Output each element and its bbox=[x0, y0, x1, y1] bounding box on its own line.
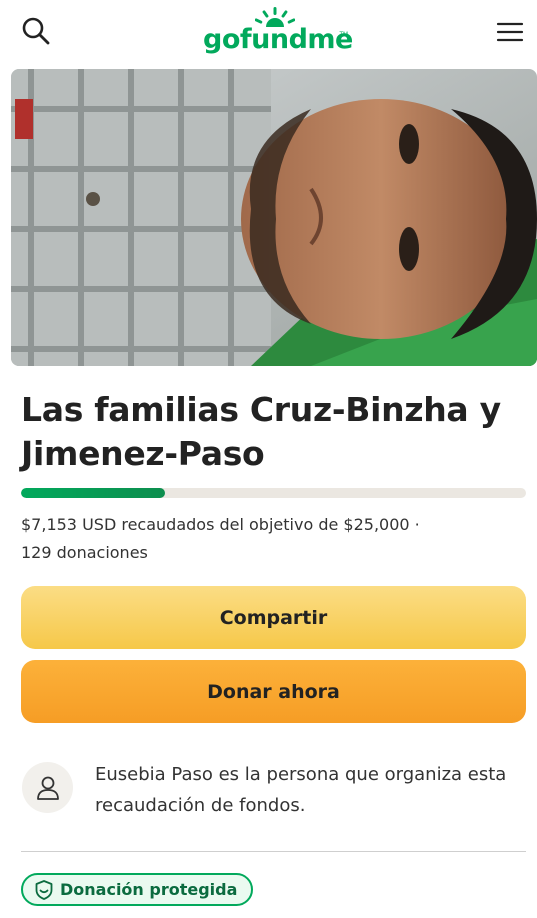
search-icon bbox=[22, 17, 50, 45]
organizer-avatar bbox=[22, 762, 73, 813]
search-button[interactable] bbox=[18, 14, 54, 50]
donation-count-text: 129 donaciones bbox=[21, 543, 148, 562]
organizer-line-2: recaudación de fondos. bbox=[95, 795, 306, 816]
hamburger-menu-icon bbox=[496, 22, 524, 42]
share-button[interactable]: Compartir bbox=[21, 586, 526, 649]
campaign-photo[interactable] bbox=[11, 69, 537, 366]
logo-wordmark: gofundme bbox=[203, 24, 353, 55]
progress-bar bbox=[21, 488, 526, 498]
protected-donation-badge[interactable]: Donación protegida bbox=[21, 873, 254, 906]
organizer-description: Eusebia Paso es la persona que organiza … bbox=[95, 759, 525, 821]
menu-button[interactable] bbox=[494, 16, 526, 48]
user-icon bbox=[36, 776, 59, 800]
gofundme-logo[interactable]: gofundme TM bbox=[200, 6, 353, 58]
shield-smile-icon bbox=[35, 879, 53, 900]
top-header: gofundme TM bbox=[0, 0, 537, 64]
progress-bar-fill bbox=[21, 488, 166, 498]
donate-now-button[interactable]: Donar ahora bbox=[21, 660, 526, 723]
funds-raised-summary: $7,153 USD recaudados del objetivo de $2… bbox=[21, 511, 521, 567]
raised-amount-text: $7,153 USD recaudados del objetivo de $2… bbox=[21, 515, 420, 534]
protected-donation-label: Donación protegida bbox=[60, 880, 238, 899]
section-divider bbox=[21, 851, 526, 852]
campaign-title: Las familias Cruz-Binzha y Jimenez-Paso bbox=[21, 390, 501, 473]
organizer-line-1: Eusebia Paso es la persona que organiza … bbox=[95, 764, 507, 785]
logo-trademark: TM bbox=[339, 32, 348, 38]
